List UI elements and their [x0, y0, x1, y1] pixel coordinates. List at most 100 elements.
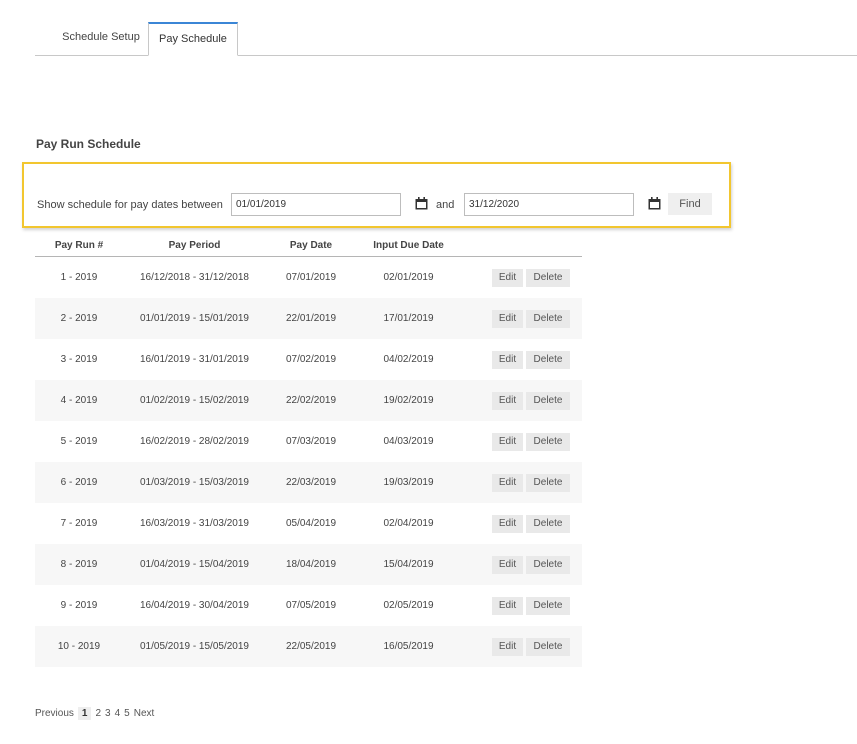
tab-schedule-setup[interactable]: Schedule Setup: [53, 22, 149, 53]
table-body: 1 - 2019 16/12/2018 - 31/12/2018 07/01/201…: [35, 257, 582, 667]
delete-button[interactable]: Delete: [526, 637, 570, 656]
calendar-icon[interactable]: [648, 197, 661, 210]
pay-run-cell: 6 - 2019: [35, 462, 123, 503]
pay-date-cell: 07/03/2019: [285, 436, 337, 447]
row-actions: Edit Delete: [461, 462, 582, 503]
row-actions: Edit Delete: [461, 339, 582, 380]
pay-run-cell: 9 - 2019: [60, 600, 98, 611]
input-due-date-cell: 04/02/2019: [383, 354, 434, 365]
date-to-input[interactable]: [464, 193, 634, 216]
table-row: 9 - 2019 16/04/2019 - 30/04/2019 07/05/201…: [35, 585, 582, 626]
pay-run-cell: 5 - 2019: [60, 436, 98, 447]
delete-button[interactable]: Delete: [526, 473, 570, 492]
pay-date-cell: 18/04/2019: [266, 544, 356, 585]
edit-button[interactable]: Edit: [492, 514, 523, 533]
pay-run-table: Pay Run # Pay Period Pay Date Input Due …: [35, 234, 582, 667]
pagination-page-3[interactable]: 3: [105, 708, 111, 719]
input-due-date-cell: 15/04/2019: [356, 544, 461, 585]
pay-date-cell: 22/02/2019: [266, 380, 356, 421]
delete-button[interactable]: Delete: [526, 514, 570, 533]
pay-period-cell: 01/01/2019 - 15/01/2019: [123, 298, 266, 339]
table-row: 5 - 2019 16/02/2019 - 28/02/2019 07/03/201…: [35, 421, 582, 462]
pay-run-cell: 3 - 2019: [60, 354, 98, 365]
pagination-page-4[interactable]: 4: [115, 708, 121, 719]
pagination-page-1[interactable]: 1: [77, 707, 92, 720]
pay-run-cell: 10 - 2019: [35, 626, 123, 667]
pay-date-cell: 07/01/2019: [285, 272, 337, 283]
pay-date-cell: 22/05/2019: [266, 626, 356, 667]
table-row: 2 - 2019 01/01/2019 - 15/01/2019 22/01/201…: [35, 298, 582, 339]
delete-button[interactable]: Delete: [526, 350, 570, 369]
input-due-date-cell: 02/05/2019: [383, 600, 434, 611]
pay-date-cell: 22/01/2019: [266, 298, 356, 339]
edit-button[interactable]: Edit: [492, 555, 523, 574]
pagination: Previous 1 2 3 4 5 Next: [35, 707, 158, 720]
row-actions: Edit Delete: [461, 380, 582, 421]
date-from-input[interactable]: [231, 193, 401, 216]
delete-button[interactable]: Delete: [526, 391, 570, 410]
pay-run-cell: 4 - 2019: [35, 380, 123, 421]
pagination-page-5[interactable]: 5: [124, 708, 130, 719]
calendar-icon[interactable]: [415, 197, 428, 210]
pay-run-cell: 8 - 2019: [35, 544, 123, 585]
edit-button[interactable]: Edit: [492, 596, 523, 615]
header-actions: [461, 234, 582, 257]
edit-button[interactable]: Edit: [492, 268, 523, 287]
edit-button[interactable]: Edit: [492, 637, 523, 656]
pay-period-cell: 01/04/2019 - 15/04/2019: [123, 544, 266, 585]
delete-button[interactable]: Delete: [526, 596, 570, 615]
edit-button[interactable]: Edit: [492, 473, 523, 492]
table-row: 3 - 2019 16/01/2019 - 31/01/2019 07/02/201…: [35, 339, 582, 380]
row-actions: Edit Delete: [461, 503, 582, 544]
pagination-next[interactable]: Next: [134, 708, 155, 719]
pay-date-cell: 05/04/2019: [285, 518, 337, 529]
tab-bar: Schedule Setup Pay Schedule: [35, 22, 857, 56]
delete-button[interactable]: Delete: [526, 309, 570, 328]
input-due-date-cell: 19/03/2019: [356, 462, 461, 503]
row-actions: Edit Delete: [461, 421, 582, 462]
header-pay-run: Pay Run #: [35, 234, 123, 257]
pay-period-cell: 16/02/2019 - 28/02/2019: [140, 436, 249, 447]
table-row: 8 - 2019 01/04/2019 - 15/04/2019 18/04/201…: [35, 544, 582, 585]
input-due-date-cell: 19/02/2019: [356, 380, 461, 421]
pay-date-cell: 07/02/2019: [285, 354, 337, 365]
input-due-date-cell: 04/03/2019: [383, 436, 434, 447]
pay-date-cell: 07/05/2019: [285, 600, 337, 611]
row-actions: Edit Delete: [461, 257, 582, 299]
page-title: Pay Run Schedule: [36, 137, 141, 151]
header-pay-date: Pay Date: [266, 234, 356, 257]
pay-period-cell: 16/04/2019 - 30/04/2019: [140, 600, 249, 611]
input-due-date-cell: 02/01/2019: [383, 272, 434, 283]
tab-pay-schedule[interactable]: Pay Schedule: [148, 22, 238, 56]
pay-period-cell: 01/02/2019 - 15/02/2019: [123, 380, 266, 421]
table-row: 1 - 2019 16/12/2018 - 31/12/2018 07/01/201…: [35, 257, 582, 299]
delete-button[interactable]: Delete: [526, 268, 570, 287]
table-header-row: Pay Run # Pay Period Pay Date Input Due …: [35, 234, 582, 257]
table-row: 10 - 2019 01/05/2019 - 15/05/2019 22/05/20…: [35, 626, 582, 667]
filter-label: Show schedule for pay dates between: [37, 199, 223, 211]
delete-button[interactable]: Delete: [526, 432, 570, 451]
pagination-page-2[interactable]: 2: [95, 708, 101, 719]
row-actions: Edit Delete: [461, 626, 582, 667]
input-due-date-cell: 17/01/2019: [356, 298, 461, 339]
edit-button[interactable]: Edit: [492, 432, 523, 451]
pay-period-cell: 16/01/2019 - 31/01/2019: [140, 354, 249, 365]
pay-period-cell: 01/03/2019 - 15/03/2019: [123, 462, 266, 503]
find-button[interactable]: Find: [668, 193, 712, 215]
header-input-due-date: Input Due Date: [356, 234, 461, 257]
edit-button[interactable]: Edit: [492, 391, 523, 410]
row-actions: Edit Delete: [461, 585, 582, 626]
delete-button[interactable]: Delete: [526, 555, 570, 574]
pay-run-cell: 2 - 2019: [35, 298, 123, 339]
pagination-previous[interactable]: Previous: [35, 708, 74, 719]
pay-period-cell: 01/05/2019 - 15/05/2019: [123, 626, 266, 667]
row-actions: Edit Delete: [461, 544, 582, 585]
table-row: 7 - 2019 16/03/2019 - 31/03/2019 05/04/201…: [35, 503, 582, 544]
header-pay-period: Pay Period: [123, 234, 266, 257]
edit-button[interactable]: Edit: [492, 350, 523, 369]
pay-period-cell: 16/03/2019 - 31/03/2019: [140, 518, 249, 529]
edit-button[interactable]: Edit: [492, 309, 523, 328]
pay-run-cell: 1 - 2019: [60, 272, 98, 283]
pay-run-cell: 7 - 2019: [60, 518, 98, 529]
pay-period-cell: 16/12/2018 - 31/12/2018: [140, 272, 249, 283]
